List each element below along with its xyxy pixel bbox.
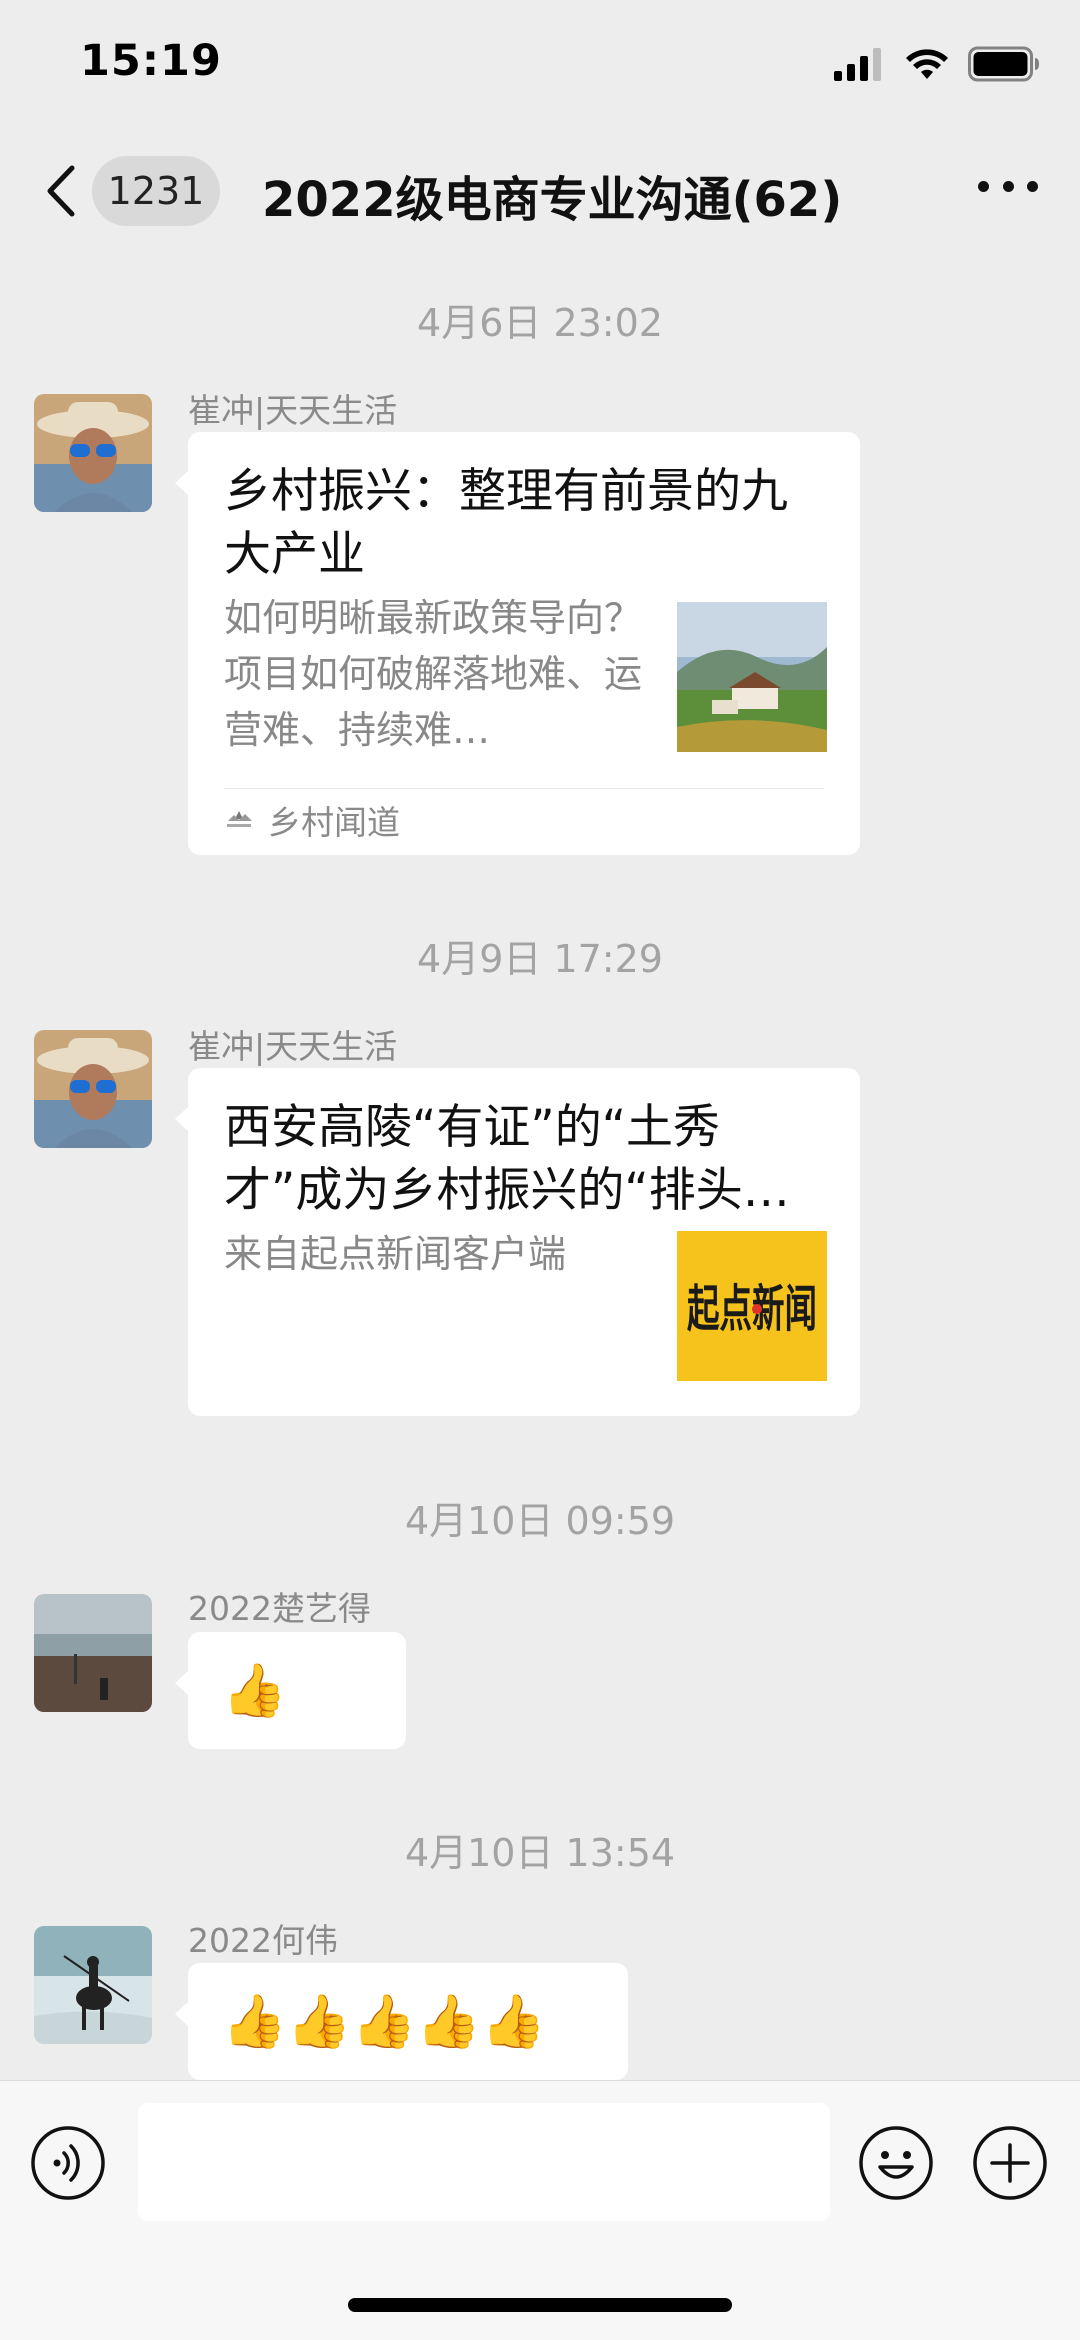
avatar[interactable] bbox=[34, 394, 152, 512]
chat-title: 2022级电商专业沟通(62) bbox=[262, 172, 843, 228]
more-dot-icon bbox=[1027, 180, 1038, 192]
add-attachment-icon[interactable] bbox=[972, 2125, 1048, 2201]
more-dot-icon bbox=[1002, 180, 1014, 192]
status-time: 15:19 bbox=[80, 36, 222, 86]
message-timestamp: 4月9日 17:29 bbox=[417, 937, 663, 981]
back-arrow-icon[interactable] bbox=[42, 164, 82, 218]
message-timestamp: 4月6日 23:02 bbox=[417, 301, 663, 345]
link-thumbnail: 起点新闻 bbox=[677, 1231, 827, 1381]
avatar-image bbox=[34, 1926, 152, 2044]
message-input[interactable] bbox=[138, 2103, 830, 2221]
unread-count-badge[interactable]: 1231 bbox=[92, 156, 220, 226]
article-card[interactable]: 乡村振兴：整理有前景的九大产业 如何明晰最新政策导向？项目如何破解落地难、运营难… bbox=[175, 432, 860, 855]
avatar-image bbox=[34, 1594, 152, 1712]
voice-input-icon[interactable] bbox=[30, 2125, 106, 2201]
source-logo-icon bbox=[227, 811, 252, 827]
sender-name: 2022何伟 bbox=[188, 1921, 338, 1960]
article-title: 乡村振兴：整理有前景的九大产业 bbox=[224, 464, 788, 582]
avatar[interactable] bbox=[34, 1594, 152, 1712]
link-card[interactable]: 西安高陵“有证”的“土秀才”成为乡村振兴的“排头… 来自起点新闻客户端 起点新闻 bbox=[175, 1068, 860, 1416]
status-icons bbox=[834, 44, 1040, 84]
battery-icon bbox=[968, 46, 1039, 82]
emoji-message[interactable]: 👍 bbox=[175, 1632, 406, 1749]
more-options-button[interactable] bbox=[978, 176, 1038, 196]
sender-name: 崔冲|天天生活 bbox=[188, 1027, 398, 1066]
more-dot-icon bbox=[978, 180, 989, 192]
avatar-image bbox=[34, 394, 152, 512]
card-divider bbox=[224, 788, 824, 789]
article-thumbnail bbox=[677, 602, 827, 752]
sender-name: 崔冲|天天生活 bbox=[188, 391, 398, 430]
avatar-image bbox=[34, 1030, 152, 1148]
emoji-message[interactable]: 👍👍👍👍👍 bbox=[175, 1963, 628, 2080]
link-description: 来自起点新闻客户端 bbox=[224, 1232, 567, 1276]
emoji-picker-icon[interactable] bbox=[858, 2125, 934, 2201]
avatar[interactable] bbox=[34, 1926, 152, 2044]
wifi-icon bbox=[906, 49, 948, 79]
home-indicator[interactable] bbox=[348, 2298, 732, 2312]
article-description: 如何明晰最新政策导向？项目如何破解落地难、运营难、持续难… bbox=[224, 596, 643, 752]
source-name: 乡村闻道 bbox=[268, 803, 400, 842]
message-timestamp: 4月10日 13:54 bbox=[404, 1831, 676, 1875]
chat-header: 1231 2022级电商专业沟通(62) bbox=[0, 130, 1080, 250]
qidian-news-logo-icon: 起点新闻 bbox=[677, 1231, 827, 1381]
message-timestamp: 4月10日 09:59 bbox=[404, 1499, 676, 1543]
article-source: 乡村闻道 bbox=[224, 798, 400, 842]
sender-name: 2022楚艺得 bbox=[188, 1589, 371, 1628]
cellular-signal-icon bbox=[834, 48, 881, 81]
avatar[interactable] bbox=[34, 1030, 152, 1148]
link-title: 西安高陵“有证”的“土秀才”成为乡村振兴的“排头… bbox=[224, 1100, 790, 1218]
status-bar: 15:19 bbox=[0, 0, 1080, 130]
